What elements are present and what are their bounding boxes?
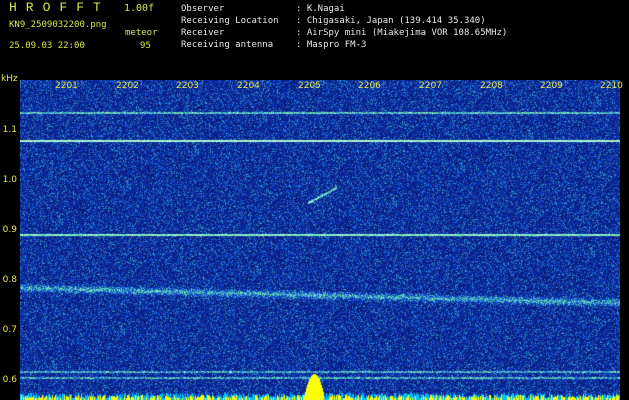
spectrogram-canvas xyxy=(20,80,620,400)
observer-label: Observer xyxy=(181,4,225,14)
observation-datetime: 25.09.03 22:00 xyxy=(9,41,85,51)
x-tick-label: 2207 xyxy=(419,81,442,91)
receiver-label: Receiver xyxy=(181,28,225,38)
antenna-label: Receiving antenna xyxy=(181,40,274,50)
version-label: 1.00f xyxy=(124,3,155,14)
location-value: : Chigasaki, Japan (139.414 35.340) xyxy=(296,16,486,26)
x-tick-label: 2201 xyxy=(55,81,78,91)
observer-value: : K.Nagai xyxy=(296,4,345,14)
x-tick-label: 2202 xyxy=(116,81,139,91)
y-tick-label: 0.7 xyxy=(2,325,17,335)
x-tick-label: 2210 xyxy=(600,81,623,91)
meteor-count: 95 xyxy=(140,41,151,51)
x-tick-label: 2204 xyxy=(237,81,260,91)
y-tick-label: 0.8 xyxy=(2,275,17,285)
y-axis-unit: kHz xyxy=(1,74,18,84)
antenna-value: : Maspro FM-3 xyxy=(296,40,367,50)
receiver-value: : AirSpy mini (Miakejima VOR 108.65MHz) xyxy=(296,28,508,38)
image-filename: KN9_2509032200.png xyxy=(9,20,107,30)
x-tick-label: 2203 xyxy=(176,81,199,91)
y-tick-label: 0.9 xyxy=(2,225,17,235)
y-tick-label: 1.1 xyxy=(2,125,17,135)
app-title: HROFFT xyxy=(9,0,110,15)
x-tick-label: 2209 xyxy=(540,81,563,91)
y-tick-label: 0.6 xyxy=(2,375,17,385)
x-tick-label: 2208 xyxy=(480,81,503,91)
location-label: Receiving Location xyxy=(181,16,279,26)
y-tick-label: 1.0 xyxy=(2,175,17,185)
x-tick-label: 2206 xyxy=(358,81,381,91)
x-tick-label: 2205 xyxy=(298,81,321,91)
mode-label: meteor xyxy=(125,28,158,38)
